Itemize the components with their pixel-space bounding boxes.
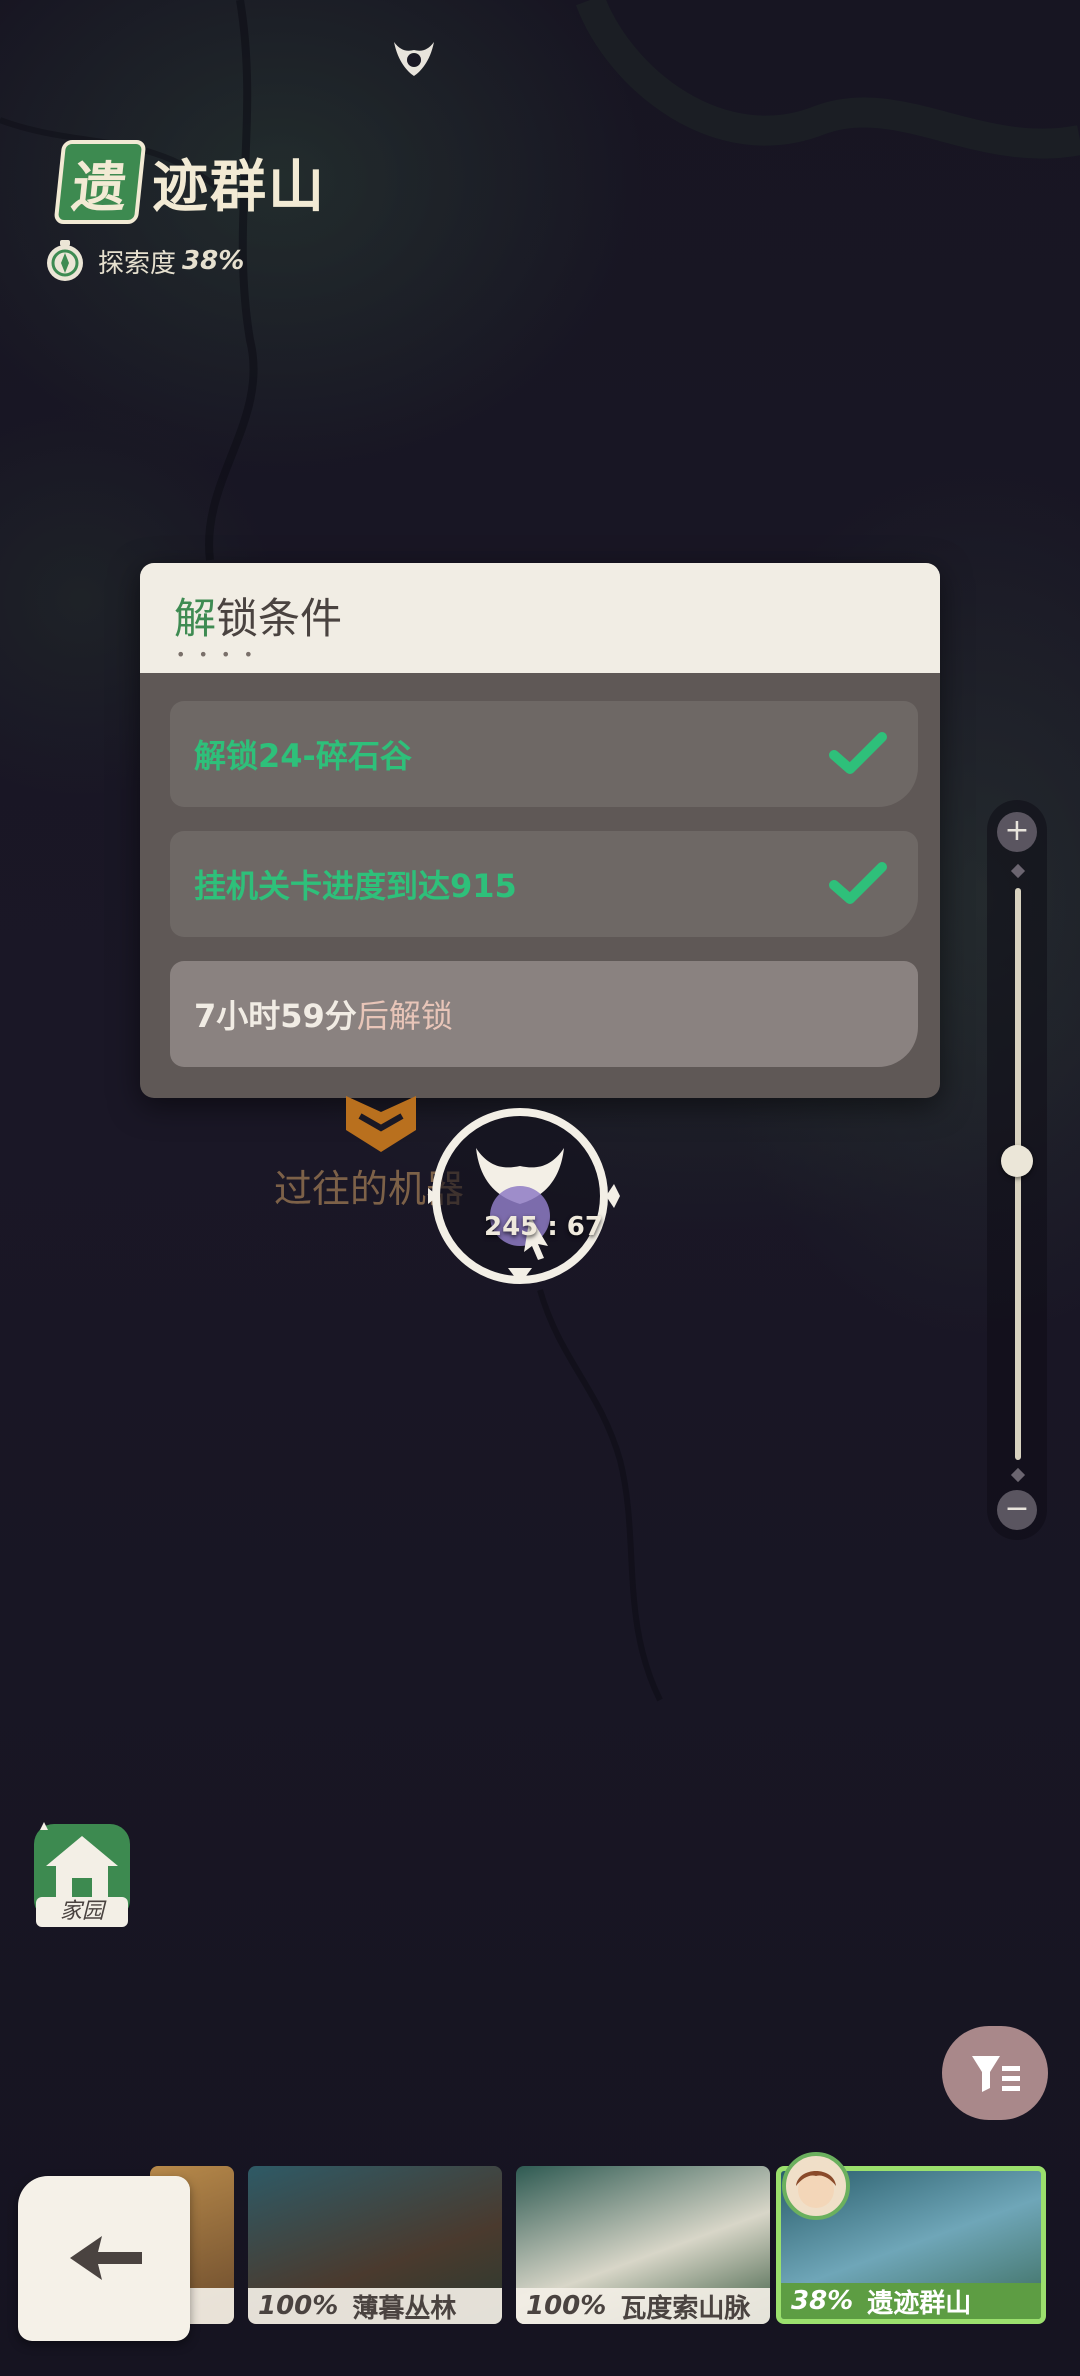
zoom-in-button[interactable]: + <box>997 812 1037 852</box>
compass-icon <box>47 240 83 281</box>
filter-button[interactable] <box>942 2026 1048 2120</box>
back-button[interactable] <box>18 2176 190 2341</box>
exploration-label: 探索度 <box>98 248 177 279</box>
checkmark-icon <box>829 862 887 904</box>
back-arrow-icon <box>70 2236 142 2280</box>
region-card-label: 100% 薄暮丛林 <box>248 2288 502 2324</box>
condition-timer: 7小时59分 <box>194 997 357 1035</box>
title-dots: • • • • <box>176 645 258 664</box>
region-name: 迹群山 <box>152 153 326 220</box>
region-badge: 遗 <box>53 140 147 224</box>
coordinates-readout: 245 : 67 <box>484 1212 603 1242</box>
region-card-label: 38% 遗迹群山 <box>781 2283 1041 2319</box>
condition-item: 解锁24-碎石谷 <box>170 701 918 807</box>
location-rank-icon <box>346 1096 416 1152</box>
region-card-label: 100% 瓦度索山脉 <box>516 2288 770 2324</box>
condition-item-timer: 7小时59分 后解锁 <box>170 961 918 1067</box>
region-card[interactable]: 100% 薄暮丛林 <box>248 2166 502 2324</box>
unlock-panel-header: 解锁条件 • • • • <box>140 563 940 673</box>
zoom-slider-handle[interactable] <box>1001 1145 1033 1177</box>
condition-text: 挂机关卡进度到达915 <box>194 867 517 905</box>
avatar-face-icon <box>796 2171 836 2208</box>
checkmark-icon <box>829 732 887 774</box>
home-label: 家园 <box>36 1897 128 1927</box>
unlock-panel-title: 解锁条件 <box>174 594 343 643</box>
exploration-progress: 探索度 38% <box>42 238 244 284</box>
player-avatar <box>782 2152 850 2220</box>
filter-icon <box>972 2056 1020 2092</box>
player-position-marker-icon[interactable] <box>420 1096 620 1296</box>
exploration-percent: 38% <box>182 246 245 276</box>
region-card[interactable]: 100% 瓦度索山脉 <box>516 2166 770 2324</box>
region-title: 遗 迹群山 <box>53 140 326 224</box>
condition-item: 挂机关卡进度到达915 <box>170 831 918 937</box>
unlock-conditions-panel: 解锁条件 • • • • 解锁24-碎石谷 挂机关卡进度到达915 7小时59分… <box>140 563 940 1098</box>
condition-suffix: 后解锁 <box>356 997 453 1035</box>
condition-text: 解锁24-碎石谷 <box>194 737 412 775</box>
zoom-out-button[interactable]: − <box>997 1490 1037 1530</box>
condition-list: 解锁24-碎石谷 挂机关卡进度到达915 7小时59分 后解锁 <box>170 701 918 1091</box>
map-emblem-icon <box>394 42 434 76</box>
